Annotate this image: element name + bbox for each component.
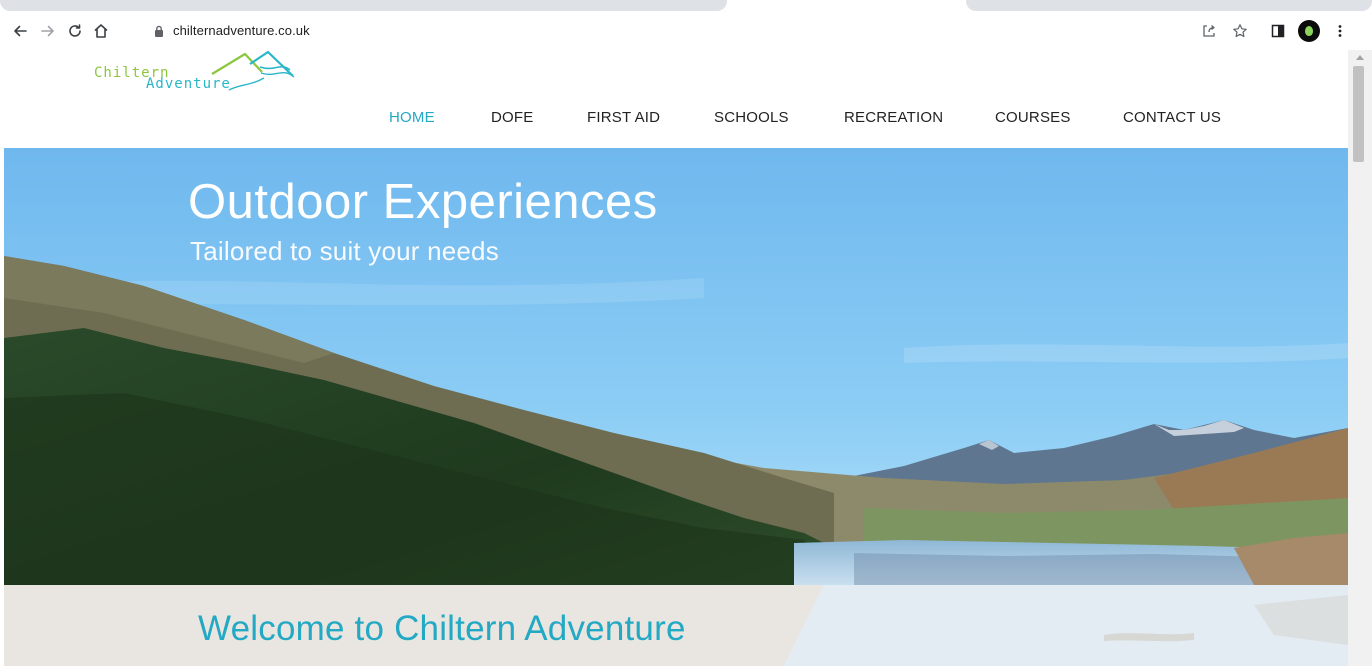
inactive-tab[interactable] <box>966 0 1372 11</box>
nav-dofe[interactable]: DOFE <box>491 109 533 126</box>
welcome-heading: Welcome to Chiltern Adventure <box>198 609 686 648</box>
web-page: Chiltern Adventure HOME DOFE FIRST AID S… <box>4 50 1348 666</box>
star-icon <box>1233 24 1247 38</box>
profile-button[interactable] <box>1297 19 1321 43</box>
main-navigation: HOME DOFE FIRST AID SCHOOLS RECREATION C… <box>4 105 1348 131</box>
arrow-left-icon <box>14 25 27 37</box>
tab-strip <box>0 0 1372 14</box>
page-scrollbar[interactable] <box>1348 50 1372 666</box>
logo-text-adventure: Adventure <box>146 76 231 92</box>
nav-first-aid[interactable]: FIRST AID <box>587 109 660 126</box>
profile-avatar <box>1298 20 1320 42</box>
address-bar-url[interactable]: chilternadventure.co.uk <box>173 23 310 38</box>
reload-icon <box>69 24 81 37</box>
hero-banner: Outdoor Experiences Tailored to suit you… <box>4 148 1348 585</box>
home-button[interactable] <box>88 18 114 44</box>
browser-toolbar: chilternadventure.co.uk <box>0 14 1372 50</box>
share-button[interactable] <box>1197 19 1221 43</box>
browser-menu-button[interactable] <box>1328 19 1352 43</box>
site-logo[interactable]: Chiltern Adventure <box>90 50 325 100</box>
home-icon <box>94 24 108 38</box>
hero-subtitle: Tailored to suit your needs <box>190 236 499 266</box>
nav-recreation[interactable]: RECREATION <box>844 109 943 126</box>
nav-courses[interactable]: COURSES <box>995 109 1071 126</box>
side-panel-icon <box>1271 24 1285 38</box>
arrow-right-icon <box>41 25 54 37</box>
back-button[interactable] <box>7 18 33 44</box>
reload-button[interactable] <box>62 18 88 44</box>
kebab-menu-icon <box>1338 25 1342 37</box>
forward-button[interactable] <box>35 18 61 44</box>
inactive-tab[interactable] <box>0 0 727 11</box>
lock-icon[interactable] <box>154 25 164 37</box>
hero-title: Outdoor Experiences <box>188 175 658 229</box>
welcome-section: Welcome to Chiltern Adventure <box>4 585 1348 666</box>
share-icon <box>1203 24 1215 37</box>
scroll-up-arrow[interactable] <box>1348 50 1372 64</box>
nav-contact-us[interactable]: CONTACT US <box>1123 109 1221 126</box>
nav-home[interactable]: HOME <box>389 109 435 126</box>
scroll-thumb[interactable] <box>1353 66 1364 162</box>
bookmark-button[interactable] <box>1228 19 1252 43</box>
side-panel-button[interactable] <box>1266 19 1290 43</box>
nav-schools[interactable]: SCHOOLS <box>714 109 789 126</box>
